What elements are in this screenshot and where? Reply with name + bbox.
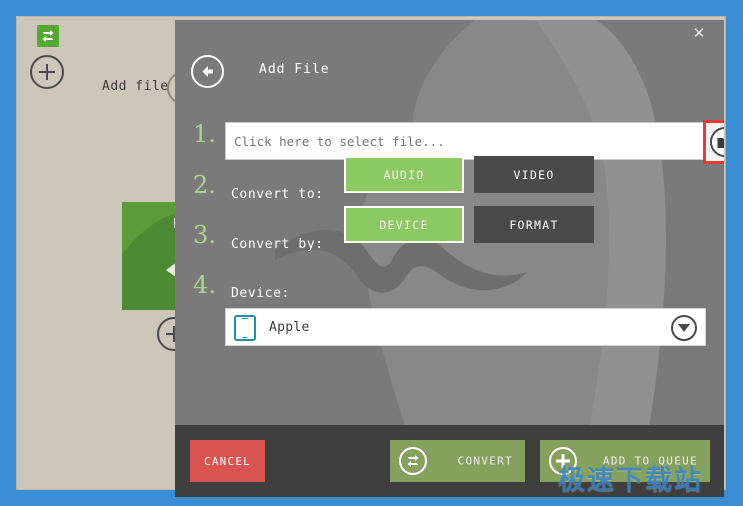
step-2-number: 2.	[193, 171, 216, 199]
add-file-label: Add file	[102, 79, 169, 94]
device-selected-value: Apple	[269, 320, 310, 335]
dialog-footer: CANCEL CONVERT ADD TO QUEUE	[175, 425, 724, 497]
convert-button[interactable]: CONVERT	[390, 440, 525, 482]
back-arrow-icon[interactable]	[191, 55, 224, 88]
browse-button-highlight	[703, 120, 724, 164]
convert-by-format-button[interactable]: FORMAT	[474, 206, 594, 243]
convert-by-device-button[interactable]: DEVICE	[344, 206, 464, 243]
convert-to-audio-button[interactable]: AUDIO	[344, 156, 464, 193]
convert-button-label: CONVERT	[457, 454, 513, 468]
folder-icon[interactable]	[710, 127, 724, 157]
step-1-number: 1.	[193, 120, 216, 148]
add-to-queue-button[interactable]: ADD TO QUEUE	[540, 440, 710, 482]
cancel-button[interactable]: CANCEL	[190, 440, 265, 482]
file-path-input[interactable]	[225, 122, 706, 160]
close-icon[interactable]: ✕	[688, 22, 710, 44]
device-label: Device:	[231, 286, 290, 301]
add-file-dialog: ✕ Add File 1. 2. Convert to: AUDIO VIDEO	[175, 20, 724, 497]
step-3-number: 3.	[193, 221, 216, 249]
convert-to-video-button[interactable]: VIDEO	[474, 156, 594, 193]
add-to-queue-button-label: ADD TO QUEUE	[602, 454, 698, 468]
chevron-down-icon[interactable]	[671, 315, 697, 341]
device-select[interactable]: Apple	[225, 308, 706, 346]
convert-by-label: Convert by:	[231, 237, 324, 252]
convert-arrows-icon	[37, 25, 59, 47]
page-title: Add File	[259, 62, 330, 77]
screen: Add file ✕ Add File 1. Click here to sel…	[0, 0, 743, 506]
convert-to-label: Convert to:	[231, 187, 324, 202]
file-input-row	[225, 120, 724, 164]
step-4-number: 4.	[193, 271, 216, 299]
tablet-icon	[234, 315, 256, 341]
convert-arrows-icon	[399, 447, 427, 475]
add-file-plus-icon[interactable]	[30, 55, 64, 89]
plus-icon	[549, 447, 577, 475]
